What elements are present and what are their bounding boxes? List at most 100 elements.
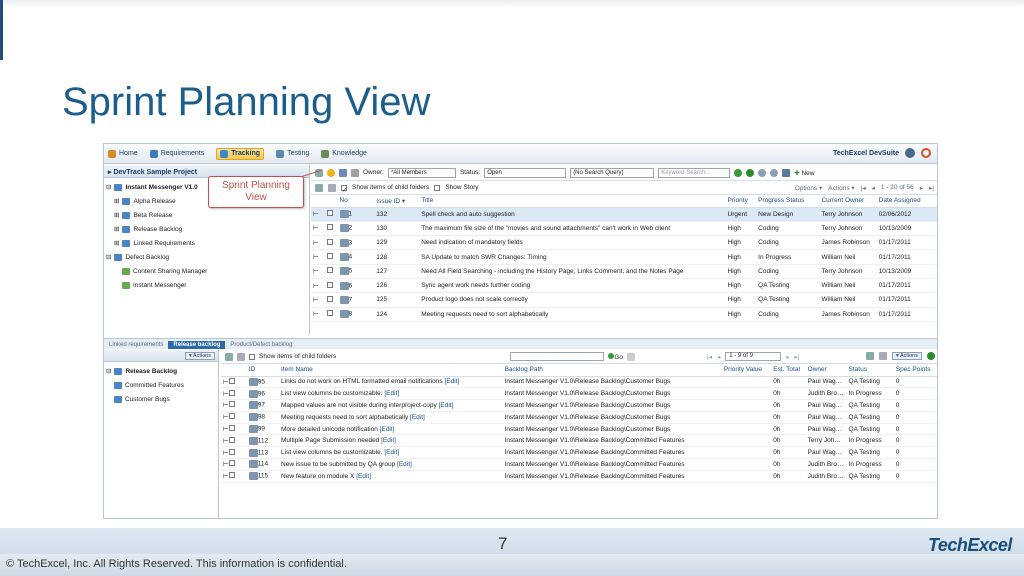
table-row[interactable]: ⊢ 3 129 Need indication of mandatory fields… (311, 235, 937, 251)
table-row[interactable]: ⊢ 6 126 Sync agent work needs further codin… (311, 278, 937, 294)
row-checkbox[interactable] (327, 267, 334, 274)
row-menu-cell[interactable]: ⊢ (221, 470, 247, 483)
col-header[interactable]: Issue ID ▾ (374, 195, 420, 208)
power-icon[interactable] (921, 148, 931, 158)
grid-icon[interactable] (315, 183, 323, 192)
table-row[interactable]: ⊢ 115 New feature on module X [Edit] Instan… (221, 470, 937, 483)
tree-node[interactable]: Customer Bugs (106, 392, 216, 406)
tree-node[interactable]: Committed Features (106, 378, 216, 392)
tab-1[interactable]: Release backlog (168, 341, 226, 349)
backlog-actions-button[interactable]: ▾ Actions (184, 352, 215, 360)
row-menu-cell[interactable]: ⊢ (221, 423, 247, 436)
backlog-refresh-icon[interactable] (927, 352, 935, 360)
table-row[interactable]: ⊢ 97 Mapped values are not visible during … (221, 399, 937, 412)
prev-page-icon[interactable]: ◂ (872, 184, 875, 192)
row-menu-icon[interactable]: ⊢ (311, 249, 326, 265)
col-header[interactable]: Progress Status (756, 195, 820, 208)
tree-toggle-icon[interactable]: ⊟ (106, 253, 111, 261)
last-page-icon[interactable]: ▸| (929, 184, 934, 192)
nav-tracking[interactable]: Tracking (216, 147, 265, 160)
row-menu-cell[interactable]: ⊢ (221, 399, 247, 412)
id-col-header[interactable]: ID (246, 364, 280, 377)
backlog-layout-icon[interactable] (878, 352, 887, 360)
backlog-show-child-checkbox[interactable] (249, 353, 255, 360)
row-checkbox[interactable] (327, 210, 334, 217)
col-header[interactable]: Priority (725, 195, 757, 208)
col-header[interactable]: Date Assigned (876, 195, 937, 208)
edit-link[interactable]: [Edit] (384, 390, 399, 397)
backlog-right-actions-button[interactable]: ▾ Actions (891, 352, 922, 360)
col-header[interactable]: Current Owner (819, 195, 877, 208)
backlog-first-page-icon[interactable]: |◂ (707, 353, 712, 361)
tree-toggle-icon[interactable]: ⊞ (114, 225, 119, 233)
row-checkbox-cell[interactable] (325, 292, 338, 308)
backlog-columns-icon[interactable] (237, 352, 245, 361)
row-checkbox[interactable] (327, 295, 334, 302)
tree-toggle-icon[interactable]: ⊟ (106, 183, 111, 191)
row-menu-icon[interactable]: ⊢ (311, 264, 326, 279)
edit-link[interactable]: [Edit] (381, 437, 396, 444)
tree-node[interactable]: Content Sharing Manager (106, 264, 307, 278)
edit-link[interactable]: [Edit] (444, 378, 459, 385)
row-menu-cell[interactable]: ⊢ (221, 376, 247, 389)
row-menu-cell[interactable]: ⊢ (221, 411, 247, 424)
table-row[interactable]: ⊢ 8 124 Meeting requests need to sort alpha… (311, 307, 937, 322)
col-header[interactable]: No (337, 195, 375, 208)
backlog-search-input[interactable] (510, 352, 605, 361)
chart-icon[interactable] (339, 168, 347, 177)
row-checkbox-cell[interactable] (325, 235, 338, 251)
row-checkbox-cell[interactable] (325, 307, 338, 322)
sprint-view-icon[interactable] (327, 168, 335, 177)
show-story-checkbox[interactable] (434, 184, 441, 191)
table-row[interactable]: ⊢ 95 Links do not work on HTML formatted e… (221, 376, 937, 389)
table-row[interactable]: ⊢ 4 128 SA Update to match SWR Changes: Tim… (311, 249, 937, 265)
tree-node[interactable]: ⊞ Beta Release (106, 208, 307, 222)
next-page-icon[interactable]: ▸ (920, 184, 923, 192)
backlog-go-button[interactable]: Go (608, 352, 623, 361)
col-header[interactable]: Owner (805, 364, 847, 377)
nav-requirements[interactable]: Requirements (149, 149, 204, 158)
nav-testing[interactable]: Testing (276, 149, 309, 158)
tree-toggle-icon[interactable]: ⊞ (114, 239, 119, 247)
row-checkbox[interactable] (228, 389, 235, 396)
row-menu-icon[interactable]: ⊢ (311, 221, 326, 237)
row-checkbox[interactable] (228, 436, 235, 443)
refresh-icon[interactable] (746, 168, 755, 177)
table-row[interactable]: ⊢ 1 132 Spell check and auto suggestion Urge… (311, 207, 937, 222)
col-header[interactable]: Spec Points (893, 364, 937, 377)
tree-toggle-icon[interactable]: ⊟ (106, 367, 111, 375)
tree-toggle-icon[interactable]: ⊞ (114, 211, 119, 219)
advanced-search-icon[interactable] (770, 168, 779, 177)
row-menu-cell[interactable]: ⊢ (221, 446, 247, 460)
row-menu-icon[interactable]: ⊢ (311, 235, 326, 251)
first-page-icon[interactable]: |◂ (861, 184, 866, 192)
tab-2[interactable]: Product/Defect backlog (225, 341, 297, 349)
tree-node[interactable]: ⊟ Release Backlog (106, 364, 216, 378)
row-checkbox[interactable] (228, 472, 235, 479)
row-checkbox-cell[interactable] (325, 278, 338, 294)
row-checkbox-cell[interactable] (325, 207, 338, 222)
table-row[interactable]: ⊢ 99 More detailed unicode notification [E… (221, 423, 937, 436)
row-checkbox-cell[interactable] (325, 249, 338, 265)
row-checkbox[interactable] (228, 401, 235, 408)
options-menu[interactable]: Options ▾ (795, 184, 822, 192)
row-checkbox-cell[interactable] (325, 221, 338, 237)
row-checkbox[interactable] (327, 224, 334, 231)
table-row[interactable]: ⊢ 7 125 Product logo does not scale correct… (311, 292, 937, 308)
col-header[interactable]: Backlog Path (502, 364, 722, 377)
go-icon[interactable] (734, 168, 743, 177)
backlog-view-icon[interactable] (865, 352, 874, 360)
table-row[interactable]: ⊢ 113 List view columns be customizable. [… (221, 446, 937, 460)
table-row[interactable]: ⊢ 5 127 Need All Field Searching - includin… (311, 264, 937, 279)
row-menu-icon[interactable]: ⊢ (311, 307, 326, 322)
table-row[interactable]: ⊢ 98 Meeting requests need to sort alphabe… (221, 411, 937, 424)
edit-link[interactable]: [Edit] (439, 402, 454, 409)
nav-knowledge[interactable]: Knowledge (321, 149, 367, 158)
new-button[interactable]: ✚ New (794, 169, 814, 177)
row-menu-icon[interactable]: ⊢ (311, 278, 326, 294)
col-header[interactable]: Item Name (279, 364, 503, 377)
row-checkbox[interactable] (228, 413, 235, 420)
edit-link[interactable]: [Edit] (397, 461, 412, 468)
search-icon[interactable] (758, 168, 767, 177)
edit-link[interactable]: [Edit] (384, 449, 399, 456)
